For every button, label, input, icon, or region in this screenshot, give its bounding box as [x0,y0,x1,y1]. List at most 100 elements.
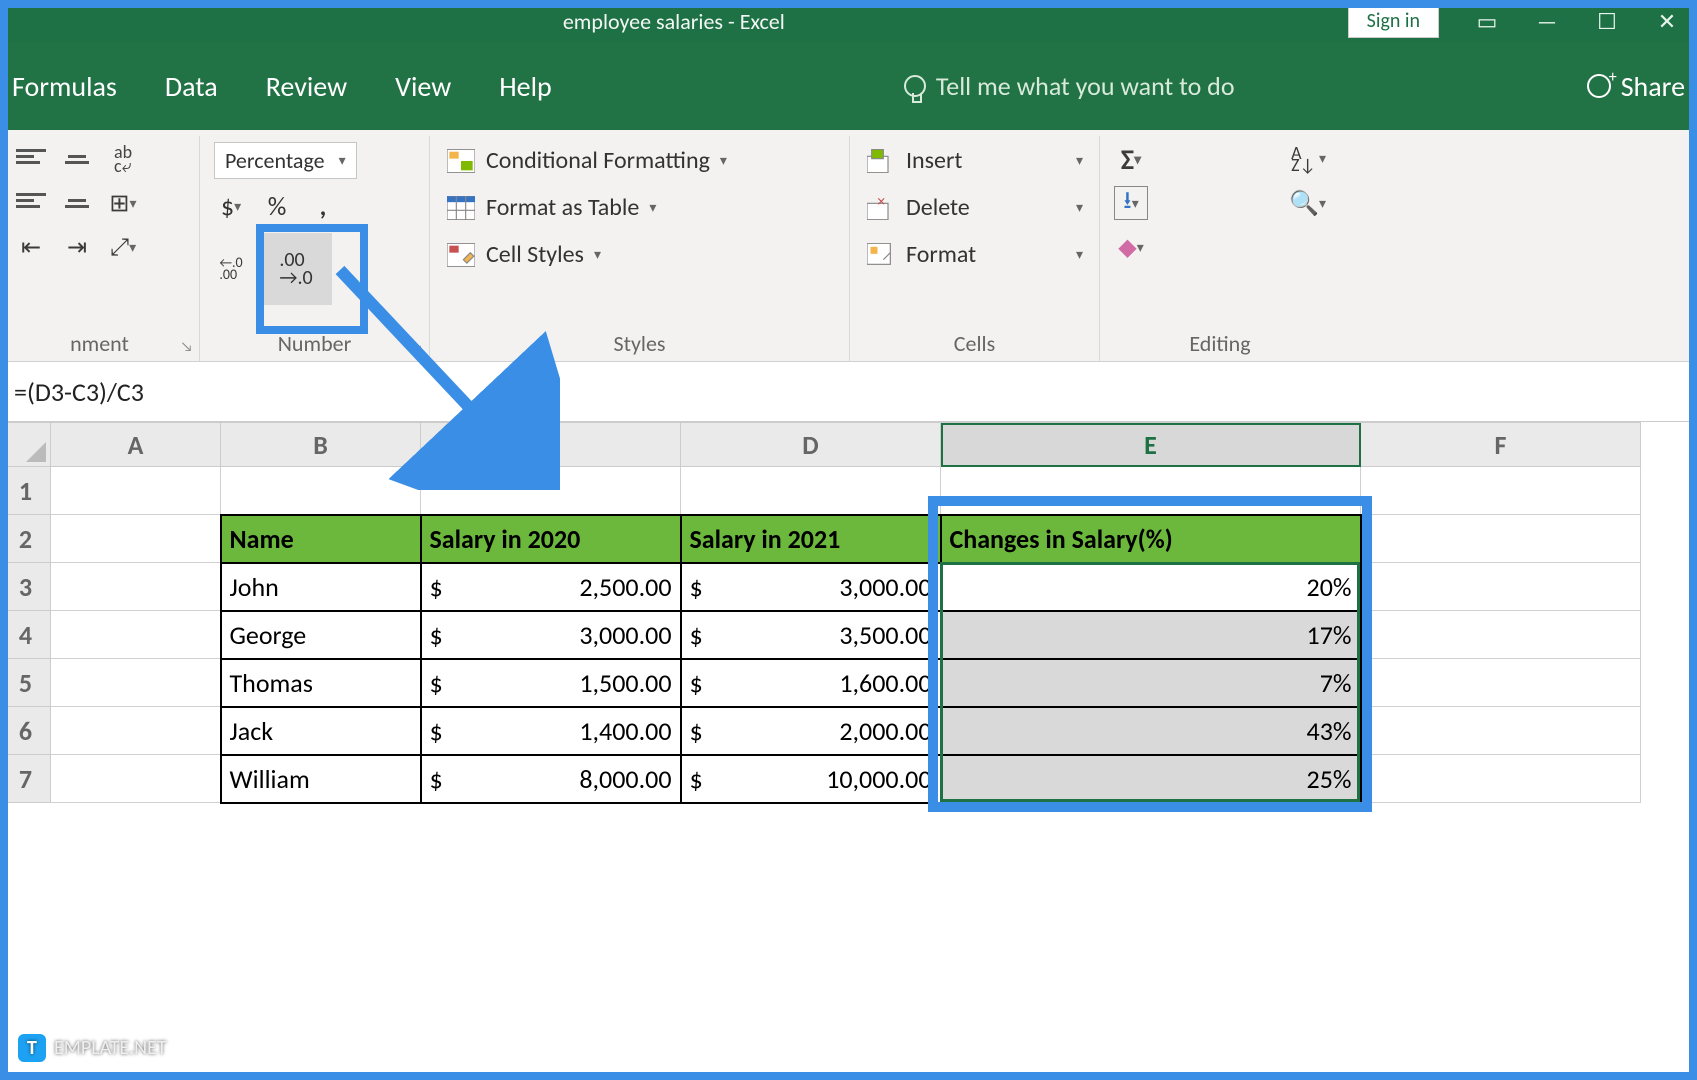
minimize-icon[interactable]: — [1517,8,1577,35]
tell-me-search[interactable]: Tell me what you want to do [904,70,1235,102]
table-header-s2020[interactable]: Salary in 2020 [421,515,681,563]
cell-c4[interactable]: $3,000.00 [421,611,681,659]
cell-b4[interactable]: George [221,611,421,659]
col-header-f[interactable]: F [1361,423,1641,467]
tab-view[interactable]: View [395,69,451,104]
row-header-5[interactable]: 5 [1,659,51,707]
group-styles: Conditional Formatting Format as Table C… [430,136,850,361]
cell-e3[interactable]: 20% [941,563,1361,611]
sign-in-button[interactable]: Sign in [1348,4,1439,38]
group-alignment-label: nment [14,326,185,357]
align-top-button[interactable] [14,142,48,176]
number-dialog-launcher[interactable]: ↘ [411,338,423,355]
fill-button[interactable]: ⭳ [1114,186,1148,220]
cell-c6[interactable]: $1,400.00 [421,707,681,755]
cell-b6[interactable]: Jack [221,707,421,755]
row-header-3[interactable]: 3 [1,563,51,611]
comma-style-button[interactable]: , [306,189,340,223]
format-as-table-button[interactable]: Format as Table [444,189,835,226]
cell-d6[interactable]: $2,000.00 [681,707,941,755]
cell-e4[interactable]: 17% [941,611,1361,659]
table-header-change[interactable]: Changes in Salary(%) [941,515,1361,563]
lightbulb-icon [904,75,926,97]
tab-formulas[interactable]: Formulas [12,69,117,104]
delete-label: Delete [906,193,970,222]
col-header-e[interactable]: E [941,423,1361,467]
cell-styles-button[interactable]: Cell Styles [444,236,835,273]
cell-c7[interactable]: $8,000.00 [421,755,681,803]
delete-button[interactable]: ✕ Delete ▾ [864,189,1085,226]
row-header-2[interactable]: 2 [1,515,51,563]
number-format-dropdown[interactable]: Percentage [214,142,357,179]
table-header-name[interactable]: Name [221,515,421,563]
cell-d4[interactable]: $3,500.00 [681,611,941,659]
decrease-decimal-button[interactable]: .00 →.0 [260,233,332,305]
table-header-s2021[interactable]: Salary in 2021 [681,515,941,563]
row-header-7[interactable]: 7 [1,755,51,803]
cell-b7[interactable]: William [221,755,421,803]
cell-d3[interactable]: $3,000.00 [681,563,941,611]
watermark-badge: T [18,1034,46,1062]
sort-filter-button[interactable]: A Z↓ [1291,142,1326,176]
cell-c5[interactable]: $1,500.00 [421,659,681,707]
group-number-label: Number [214,326,415,357]
accounting-format-button[interactable]: $ [214,189,248,223]
cell-c3[interactable]: $2,500.00 [421,563,681,611]
col-header-a[interactable]: A [51,423,221,467]
clear-button[interactable]: ◆ [1114,230,1148,264]
wrap-text-button[interactable]: abc⤶ [106,142,140,176]
cell-e7[interactable]: 25% [941,755,1361,803]
align-middle-button[interactable] [60,142,94,176]
ribbon: abc⤶ ⊞ ⇤ ⇥ ⤢ nment ↘ Percentage [0,130,1697,362]
row-header-4[interactable]: 4 [1,611,51,659]
spreadsheet-grid[interactable]: A B C D E F 1 2 Name Salary in 2020 Sala… [0,422,1697,804]
close-icon[interactable]: ✕ [1637,8,1697,35]
format-as-table-icon [446,195,476,221]
maximize-icon[interactable]: ☐ [1577,8,1637,35]
select-all-corner[interactable] [1,423,51,467]
cell-styles-icon [446,242,476,268]
conditional-formatting-label: Conditional Formatting [486,146,710,175]
number-format-value: Percentage [225,147,325,174]
col-header-c[interactable]: C [421,423,681,467]
cell-b5[interactable]: Thomas [221,659,421,707]
tab-help[interactable]: Help [499,69,552,104]
insert-label: Insert [906,146,962,175]
formula-text: =(D3-C3)/C3 [14,376,144,408]
cell-b3[interactable]: John [221,563,421,611]
cell-e5[interactable]: 7% [941,659,1361,707]
insert-cells-icon [866,148,896,174]
col-header-b[interactable]: B [221,423,421,467]
group-cells: Insert ▾ ✕ Delete ▾ Format ▾ Cells [850,136,1100,361]
orientation-button[interactable]: ⤢ [106,230,140,264]
share-button[interactable]: Share [1587,69,1685,104]
tab-data[interactable]: Data [165,69,218,104]
cell-e6[interactable]: 43% [941,707,1361,755]
conditional-formatting-button[interactable]: Conditional Formatting [444,142,835,179]
formula-bar[interactable]: =(D3-C3)/C3 [0,362,1697,422]
row-header-6[interactable]: 6 [1,707,51,755]
group-editing: Σ A Z↓ ⭳ 🔍 ◆ Editing [1100,136,1340,361]
col-header-d[interactable]: D [681,423,941,467]
align-center-button[interactable] [60,186,94,220]
group-editing-label: Editing [1114,326,1326,357]
row-header-1[interactable]: 1 [1,467,51,515]
increase-indent-button[interactable]: ⇥ [60,230,94,264]
alignment-dialog-launcher[interactable]: ↘ [181,338,193,355]
cell-d5[interactable]: $1,600.00 [681,659,941,707]
merge-center-button[interactable]: ⊞ [106,186,140,220]
format-button[interactable]: Format ▾ [864,236,1085,273]
find-select-button[interactable]: 🔍 [1289,186,1326,220]
increase-decimal-button[interactable]: ←.0 .00 [214,252,248,286]
autosum-button[interactable]: Σ [1114,142,1148,176]
insert-button[interactable]: Insert ▾ [864,142,1085,179]
decrease-indent-button[interactable]: ⇤ [14,230,48,264]
align-left-button[interactable] [14,186,48,220]
cell-d7[interactable]: $10,000.00 [681,755,941,803]
group-alignment: abc⤶ ⊞ ⇤ ⇥ ⤢ nment ↘ [0,136,200,361]
format-cells-icon [866,242,896,268]
percent-style-button[interactable]: % [260,189,294,223]
tab-review[interactable]: Review [266,69,347,104]
ribbon-display-options-icon[interactable]: ▭ [1457,8,1517,35]
cell-styles-label: Cell Styles [486,240,584,269]
